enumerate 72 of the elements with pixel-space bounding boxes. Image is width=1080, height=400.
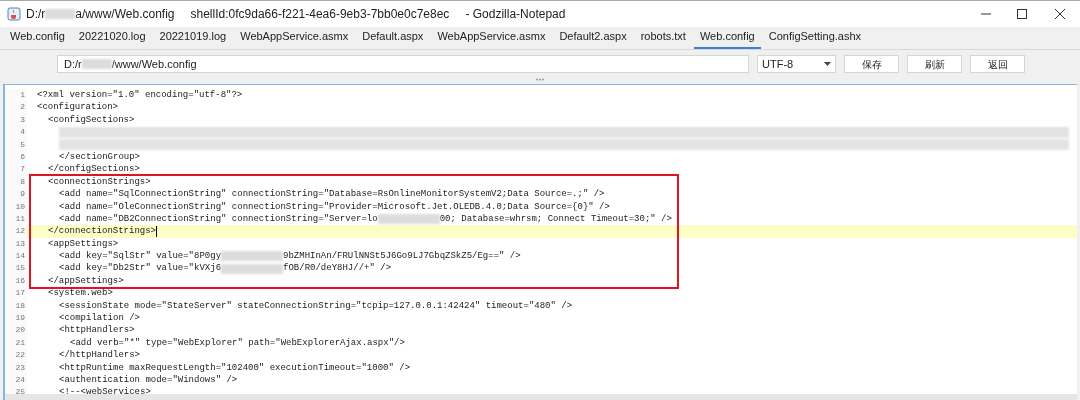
text-cursor [156,226,158,237]
code-line: <!--<webServices> [59,386,151,399]
code-line: </connectionStrings> [48,225,157,238]
shell-id: shellId:0fc9da66-f221-4ea6-9eb3-7bb0e0c7e8ec [190,6,450,23]
code-line: <compilation /> [59,312,140,325]
code-line: <sessionState mode="StateServer" stateConnectionString="tcpip=127.0.0.1:42424" timeout="480" /> [59,299,573,313]
redaction-block [81,59,112,69]
file-tab[interactable]: 20221020.log [72,26,152,49]
caret-icon [824,62,831,66]
path-text: D:/r [64,56,82,72]
code-line: fOB/R0/deY8HJ//+" /> [283,262,392,275]
redaction-block [221,251,284,262]
code-line: <configSections> [48,113,135,127]
file-tab[interactable]: Web.config [4,26,71,49]
encoding-dropdown[interactable]: UTF-8 [757,55,836,73]
file-tab[interactable]: WebAppService.asmx [431,26,552,49]
scrollbar[interactable] [5,394,1077,400]
line-number: 17 [5,287,27,300]
line-number: 15 [5,262,27,275]
code-line: <add name="DB2ConnectionString" connectionString="Server=lo [59,212,378,226]
splitter-handle-icon[interactable] [535,78,545,81]
code-line: <add key="SqlStr" value="8P0gy [59,250,222,263]
toolbar-button[interactable]: 保存 [844,55,899,73]
code-line: 9bZMHInAn/FRUlNNSt5J6Go9LJ7GbqZSkZ5/Eg==" /> [283,250,521,263]
file-tab[interactable]: Web.config [693,26,761,49]
line-number: 7 [5,163,27,176]
code-editor[interactable] [3,84,1077,400]
path-text: /www/Web.config [111,56,197,72]
redaction-block [377,214,440,225]
path-field[interactable]: D:/r /www/Web.config [57,55,749,73]
window-title: D:/r [26,6,46,23]
code-line: <add name="SqlConnectionString" connectionString="Database=RsOnlineMonitorSystemV2;Data Source=.;" /> [59,188,605,201]
code-line: </appSettings> [48,274,124,288]
file-tab[interactable]: ConfigSetting.ashx [762,26,868,49]
app-name: - Godzilla-Notepad [465,6,566,23]
line-number: 20 [5,324,27,337]
code-line: <?xml version="1.0" encoding="utf-8"?> [37,89,243,102]
code-line: <httpHandlers> [59,324,135,337]
line-number: 2 [5,101,27,114]
redaction-block [45,9,76,19]
code-line: <connectionStrings> [48,175,151,189]
code-line: <add name="OleConnectionString" connectionString="Provider=Microsoft.Jet.OLEDB.4.0;Data Source={0}" /> [59,200,610,213]
line-number: 1 [5,89,27,102]
java-cup-icon [7,7,21,21]
line-number: 9 [5,188,27,201]
maximize-icon [1017,9,1027,19]
window-title: a/www/Web.config [75,6,175,23]
code-line: 00; Database=whrsm; Connect Timeout=30;" /> [439,212,672,226]
line-number: 19 [5,312,27,325]
code-line: </httpHandlers> [59,349,140,362]
code-line: <httpRuntime maxRequestLength="102400" executionTimeout="1000" /> [59,361,411,374]
code-line: <add key="Db2Str" value="kVXj6 [59,262,222,275]
close-icon [1055,9,1065,19]
file-tab[interactable]: Default2.aspx [553,26,633,49]
code-line: <appSettings> [48,237,119,251]
code-line: <add verb="*" type="WebExplorer" path="WebExplorerAjax.aspx"/> [70,336,405,350]
line-number: 4 [5,126,27,139]
file-tab[interactable]: WebAppService.asmx [234,26,355,49]
line-number: 14 [5,250,27,263]
code-line: <configuration> [37,101,118,114]
line-number: 22 [5,349,27,362]
code-line: <system.web> [48,287,113,300]
line-number: 12 [5,225,27,238]
redaction-block [221,263,284,274]
toolbar-button[interactable]: 返回 [970,55,1025,73]
code-line: </configSections> [48,163,140,176]
file-tab[interactable]: robots.txt [634,26,692,49]
file-tab[interactable]: Default.aspx [356,26,430,49]
toolbar-button[interactable]: 刷新 [907,55,962,73]
file-tab[interactable]: 20221019.log [153,26,233,49]
code-line: <authentication mode="Windows" /> [59,374,238,387]
code-line: </sectionGroup> [59,150,140,164]
